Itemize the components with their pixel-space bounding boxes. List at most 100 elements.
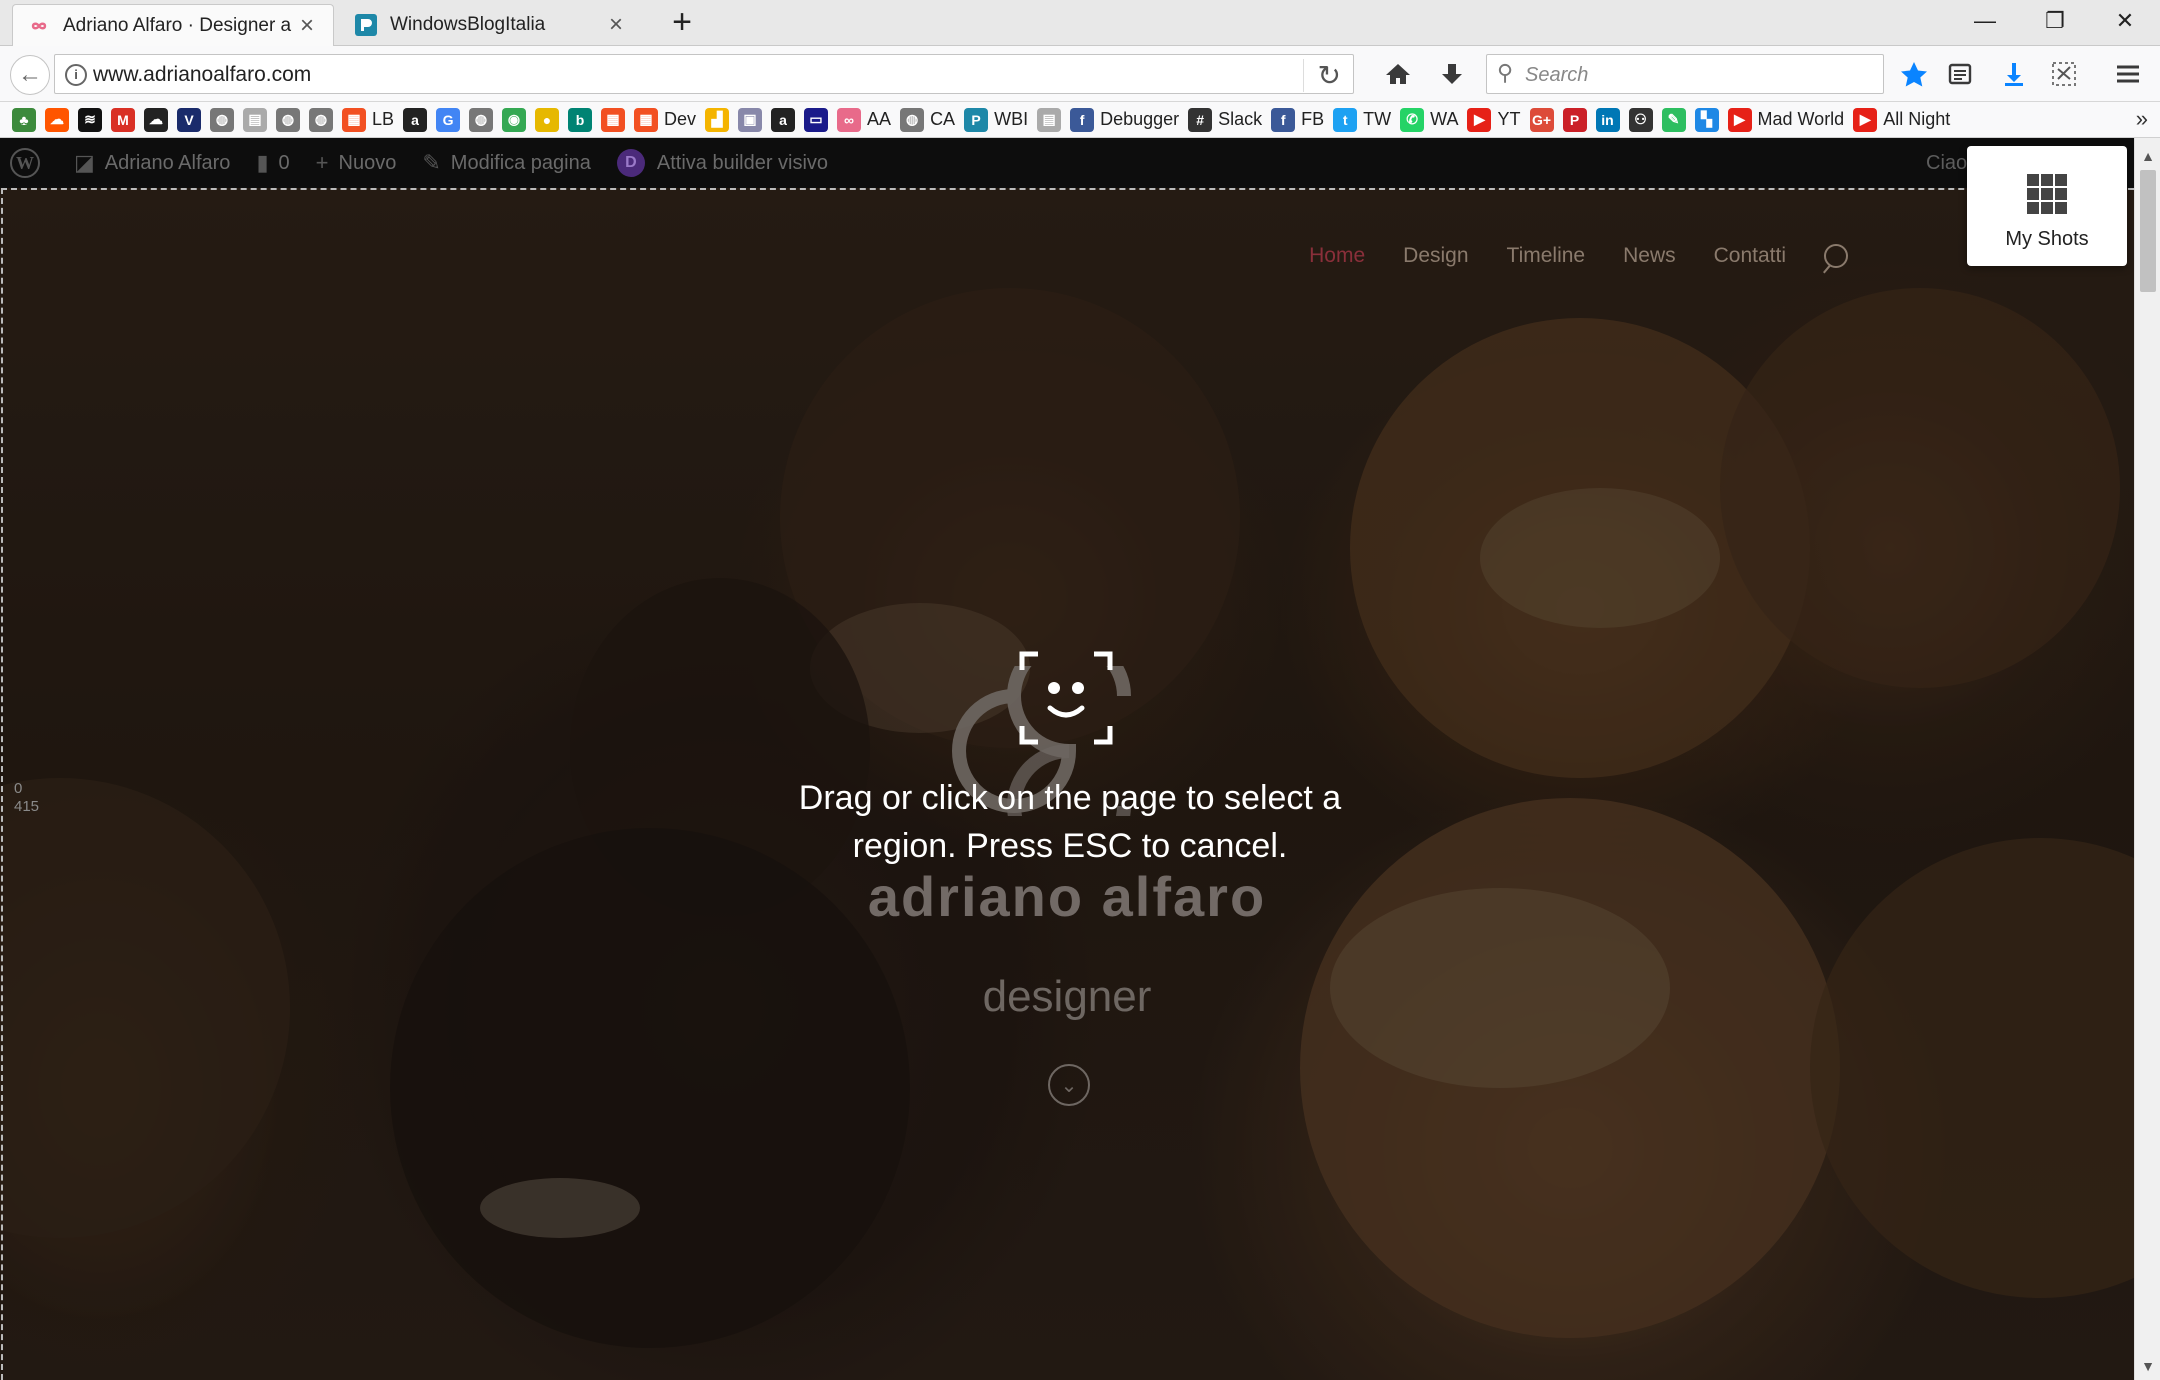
amazon-icon: a [771, 107, 796, 132]
bookmark-label: AA [867, 109, 892, 129]
page-scrollbar[interactable]: ▲ ▼ [2134, 138, 2160, 1380]
bookmark-item[interactable]: ▤ [1037, 107, 1062, 132]
bookmark-item[interactable]: ● [535, 107, 560, 132]
tab-title: WindowsBlogItalia [390, 14, 546, 35]
restore-icon[interactable]: ❐ [2020, 0, 2090, 42]
bookmark-item[interactable]: ☁ [45, 107, 69, 132]
bookmark-item[interactable]: t TW [1333, 107, 1392, 132]
bookmark-item[interactable]: M [111, 107, 135, 132]
scroll-down-icon[interactable]: ▼ [2135, 1354, 2160, 1378]
bookmark-label: FB [1301, 109, 1325, 129]
close-tab-icon[interactable]: × [295, 12, 319, 40]
bookmark-item[interactable]: ✎ [1661, 107, 1686, 132]
whatsapp-icon: ✆ [1400, 107, 1425, 132]
bing-icon: b [568, 107, 593, 132]
bookmark-item[interactable]: ◍ [276, 107, 300, 132]
bookmark-item[interactable]: a [771, 107, 796, 132]
dashboard-gauge-icon: ◪ [74, 150, 95, 175]
bookmark-item[interactable]: f FB [1271, 107, 1325, 132]
url-bar[interactable]: i www.adrianoalfaro.com ↻ [54, 54, 1354, 94]
bookmark-item[interactable]: G [436, 107, 461, 132]
bookmark-item[interactable]: ◉ [502, 107, 527, 132]
bookmark-item[interactable]: P [1562, 107, 1587, 132]
bookmark-item[interactable]: b [568, 107, 593, 132]
back-button[interactable]: ← [10, 55, 50, 95]
navigation-bar: ← i www.adrianoalfaro.com ↻ ⚲ Search [0, 46, 2160, 102]
facebook-icon: f [1070, 107, 1095, 132]
bookmark-item[interactable]: ▦ LB [342, 107, 394, 132]
downloads-icon[interactable] [1996, 56, 2032, 92]
wp-admin-bar: W ◪ Adriano Alfaro ▮ 0 + Nuovo ✎ Modific… [0, 138, 2160, 188]
linkedin-icon: in [1595, 107, 1620, 132]
title-bar: Adriano Alfaro · Designer a S × WindowsB… [0, 0, 2160, 46]
home-icon[interactable] [1380, 56, 1416, 92]
reading-list-icon[interactable] [1942, 56, 1978, 92]
bookmark-item[interactable]: ▟ [705, 107, 730, 132]
scroll-thumb[interactable] [2140, 170, 2156, 292]
download-arrow-icon[interactable] [1434, 56, 1470, 92]
bookmark-item[interactable]: ▦ Dev [634, 107, 697, 132]
bookmark-item[interactable]: ☁ [144, 107, 168, 132]
bookmark-item[interactable]: ▚ [1694, 107, 1719, 132]
my-shots-button[interactable]: My Shots [1967, 146, 2127, 266]
globe-icon: ◍ [469, 107, 494, 132]
tab-windowsblogitalia[interactable]: WindowsBlogItalia × [340, 4, 642, 46]
admin-comments-link[interactable]: ▮ 0 [256, 150, 289, 176]
new-tab-button[interactable]: + [664, 4, 700, 42]
bookmark-item[interactable]: V [177, 107, 201, 132]
bookmark-item[interactable]: ▶ YT [1467, 107, 1521, 132]
bookmark-item[interactable]: ◍ [309, 107, 333, 132]
admin-new-link[interactable]: + Nuovo [316, 150, 397, 176]
bookmark-item[interactable]: f Debugger [1070, 107, 1179, 132]
bookmark-item[interactable]: ▤ [243, 107, 267, 132]
bookmark-item[interactable]: ◍ [210, 107, 234, 132]
admin-builder-link[interactable]: D Attiva builder visivo [616, 149, 828, 177]
bookmark-item[interactable]: ◍ CA [900, 107, 955, 132]
tab-adriano-alfaro[interactable]: Adriano Alfaro · Designer a S × [12, 4, 334, 46]
bookmarks-bar: ♣ ☁ ≋ M ☁ V ◍ ▤ ◍ ◍ ▦ LB a G ◍ ◉ ● b ▦ ▦ Dev ▟ ▣ a ▭ ∞ AA ◍ CA P WBI ▤ f… [0, 102, 2160, 138]
bookmark-item[interactable]: ∞ AA [837, 107, 892, 132]
windows-icon: ▦ [634, 107, 659, 132]
bookmark-item[interactable]: ◍ [469, 107, 494, 132]
bookmark-item[interactable]: ≋ [78, 107, 102, 132]
bookmark-item[interactable]: ▦ [601, 107, 626, 132]
globe-icon: ◍ [210, 107, 234, 132]
more-bookmarks-chevron-icon[interactable]: » [2136, 106, 2148, 132]
bookmark-item[interactable]: ▭ [804, 107, 829, 132]
admin-greeting[interactable]: Ciao [1926, 152, 1967, 175]
bookmark-item[interactable]: ▣ [738, 107, 763, 132]
reload-icon[interactable]: ↻ [1302, 59, 1341, 92]
bookmark-item[interactable]: in [1595, 107, 1620, 132]
twitter-icon: t [1333, 107, 1358, 132]
page-hero[interactable]: Home Design Timeline News Contatti adria… [0, 188, 2134, 1380]
bookmark-item[interactable]: # Slack [1188, 107, 1262, 132]
close-tab-icon[interactable]: × [604, 11, 628, 39]
bookmark-label: Dev [664, 109, 697, 129]
bookmark-item[interactable]: ▶ All Night [1853, 107, 1950, 132]
scroll-up-icon[interactable]: ▲ [2135, 144, 2160, 168]
admin-edit-label: Modifica pagina [450, 151, 591, 174]
screenshot-icon[interactable] [2046, 56, 2082, 92]
menu-hamburger-icon[interactable] [2110, 56, 2146, 92]
bookmark-item[interactable]: G+ [1529, 107, 1554, 132]
bookmark-item[interactable]: ▶ Mad World [1727, 107, 1844, 132]
search-bar[interactable]: ⚲ Search [1486, 54, 1884, 94]
bookmark-item[interactable]: a [403, 107, 428, 132]
wordpress-logo-icon[interactable]: W [10, 148, 40, 178]
bookmark-item[interactable]: ✆ WA [1400, 107, 1458, 132]
page-icon: ▤ [1037, 107, 1062, 132]
bookmark-star-icon[interactable] [1896, 56, 1932, 92]
admin-site-name: Adriano Alfaro [104, 151, 231, 174]
admin-edit-page-link[interactable]: ✎ Modifica pagina [422, 150, 591, 176]
close-window-icon[interactable]: ✕ [2090, 0, 2160, 42]
plus-icon: + [315, 150, 329, 175]
bookmark-item[interactable]: ⚇ [1628, 107, 1653, 132]
bookmark-item[interactable]: P WBI [964, 107, 1028, 132]
youtube-icon: ▶ [1853, 107, 1878, 132]
bookmark-label: TW [1363, 109, 1392, 129]
info-icon[interactable]: i [65, 64, 87, 86]
bookmark-item[interactable]: ♣ [12, 107, 36, 132]
pencil-icon: ✎ [422, 150, 441, 175]
admin-site-link[interactable]: ◪ Adriano Alfaro [74, 150, 230, 176]
minimize-icon[interactable]: — [1950, 0, 2020, 42]
